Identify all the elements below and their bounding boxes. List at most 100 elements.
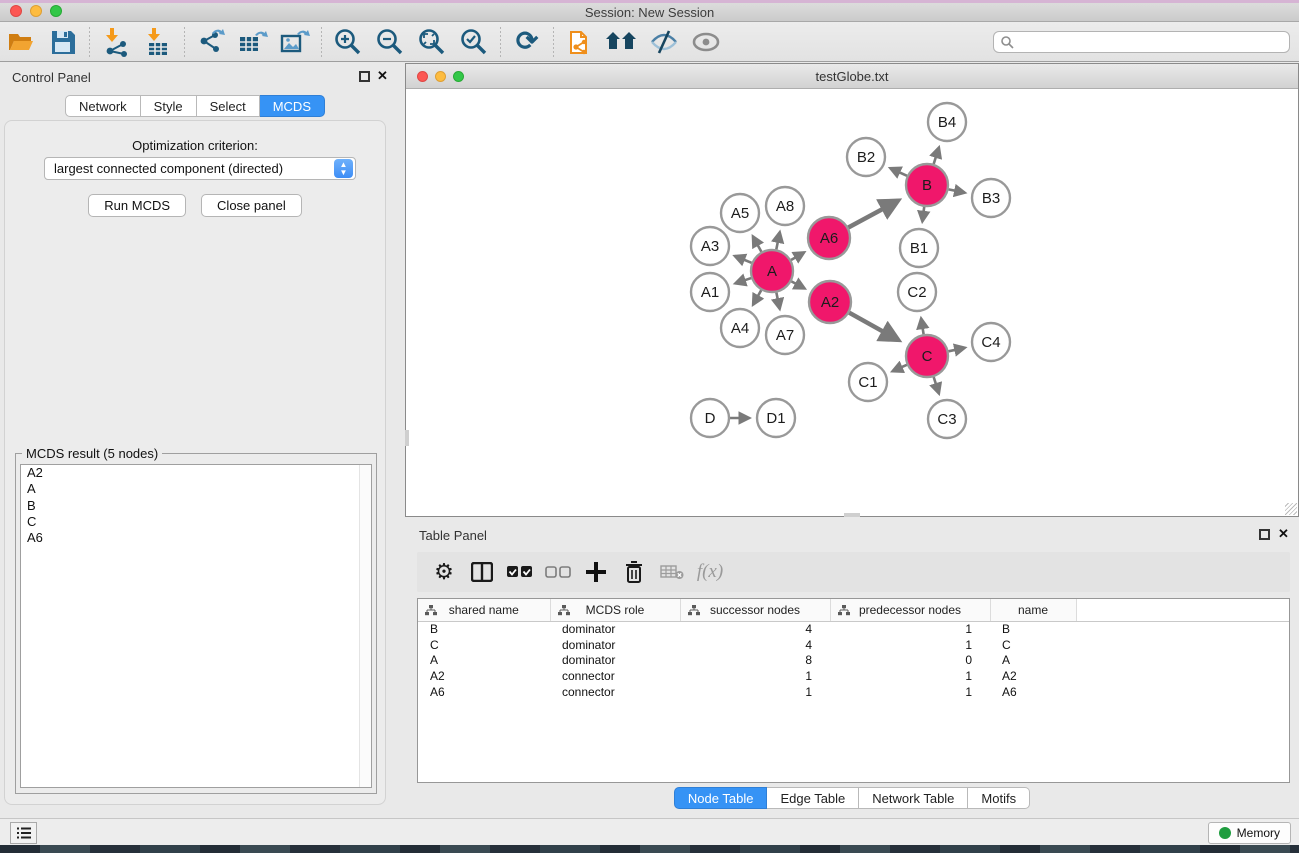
column-header-MCDS-role[interactable]: MCDS role: [550, 599, 680, 621]
table-cell[interactable]: B: [990, 621, 1076, 637]
table-cell[interactable]: 1: [830, 621, 990, 637]
scrollbar-track[interactable]: [359, 465, 371, 787]
memory-button[interactable]: Memory: [1208, 822, 1291, 844]
graph-node-A1[interactable]: A1: [691, 273, 729, 311]
graph-node-A3[interactable]: A3: [691, 227, 729, 265]
table-cell[interactable]: 8: [680, 653, 830, 669]
new-network-from-selection-icon[interactable]: [563, 25, 597, 59]
minimize-window-button[interactable]: [30, 5, 42, 17]
graph-node-C1[interactable]: C1: [849, 363, 887, 401]
delete-column-icon[interactable]: [619, 557, 649, 587]
graph-edge-A2-C[interactable]: [849, 313, 898, 340]
graph-node-D[interactable]: D: [691, 399, 729, 437]
export-network-icon[interactable]: [194, 25, 228, 59]
result-list-item[interactable]: A2: [21, 465, 371, 481]
zoom-in-icon[interactable]: [331, 25, 365, 59]
network-canvas[interactable]: B4B2BB3A8A5A6A3B1AA1C2A2A4A7C4CC1C3DD1: [406, 89, 1298, 516]
export-table-icon[interactable]: [236, 25, 270, 59]
select-all-icon[interactable]: [505, 557, 535, 587]
graph-node-A4[interactable]: A4: [721, 309, 759, 347]
table-cell[interactable]: A6: [418, 684, 550, 700]
close-panel-button[interactable]: Close panel: [201, 194, 302, 217]
close-window-button[interactable]: [10, 5, 22, 17]
graph-node-A8[interactable]: A8: [766, 187, 804, 225]
graph-edge-B-B2[interactable]: [890, 168, 907, 176]
table-cell[interactable]: A2: [418, 668, 550, 684]
network-window-titlebar[interactable]: testGlobe.txt: [406, 64, 1298, 89]
table-cell[interactable]: A6: [990, 684, 1076, 700]
table-cell[interactable]: A2: [990, 668, 1076, 684]
graph-node-A7[interactable]: A7: [766, 316, 804, 354]
graph-node-C3[interactable]: C3: [928, 400, 966, 438]
optimization-criterion-select[interactable]: largest connected component (directed) ▲…: [44, 157, 356, 180]
table-cell[interactable]: connector: [550, 684, 680, 700]
graph-node-A[interactable]: A: [751, 250, 793, 292]
import-network-icon[interactable]: [99, 25, 133, 59]
graph-edge-A-A7[interactable]: [776, 293, 779, 309]
column-header-name[interactable]: name: [990, 599, 1076, 621]
table-cell[interactable]: 0: [830, 653, 990, 669]
graph-node-C2[interactable]: C2: [898, 273, 936, 311]
graph-node-A6[interactable]: A6: [808, 217, 850, 259]
graph-node-B1[interactable]: B1: [900, 229, 938, 267]
table-cell[interactable]: A: [418, 653, 550, 669]
table-row[interactable]: A2connector11A2: [418, 668, 1289, 684]
graph-edge-A-A6[interactable]: [791, 252, 804, 260]
graph-edge-A-A5[interactable]: [753, 236, 761, 251]
hide-selected-icon[interactable]: [647, 25, 681, 59]
graph-edge-A-A4[interactable]: [753, 290, 761, 305]
resize-grip[interactable]: [1285, 503, 1297, 515]
result-list-item[interactable]: A: [21, 481, 371, 497]
node-table[interactable]: shared nameMCDS rolesuccessor nodesprede…: [417, 598, 1290, 783]
float-panel-icon[interactable]: [1259, 529, 1270, 540]
graph-node-A5[interactable]: A5: [721, 194, 759, 232]
run-mcds-button[interactable]: Run MCDS: [88, 194, 186, 217]
tab-style[interactable]: Style: [141, 95, 197, 117]
table-row[interactable]: Cdominator41C: [418, 637, 1289, 653]
tab-network-table[interactable]: Network Table: [859, 787, 968, 809]
graph-edge-A-A3[interactable]: [735, 256, 752, 263]
graph-edge-A-A2[interactable]: [791, 281, 804, 288]
splitter-handle[interactable]: [405, 430, 409, 446]
table-cell[interactable]: 1: [680, 668, 830, 684]
network-graph[interactable]: B4B2BB3A8A5A6A3B1AA1C2A2A4A7C4CC1C3DD1: [406, 89, 1298, 516]
tab-edge-table[interactable]: Edge Table: [767, 787, 859, 809]
table-cell[interactable]: dominator: [550, 621, 680, 637]
zoom-selected-icon[interactable]: [457, 25, 491, 59]
tab-node-table[interactable]: Node Table: [674, 787, 768, 809]
graph-edge-A6-B[interactable]: [848, 201, 898, 228]
gear-icon[interactable]: ⚙: [429, 557, 459, 587]
table-cell[interactable]: 4: [680, 621, 830, 637]
graph-node-B4[interactable]: B4: [928, 103, 966, 141]
graph-node-C[interactable]: C: [906, 335, 948, 377]
task-history-button[interactable]: [10, 822, 37, 844]
refresh-icon[interactable]: ⟳: [510, 25, 544, 59]
table-cell[interactable]: B: [418, 621, 550, 637]
close-panel-icon[interactable]: ✕: [377, 68, 388, 84]
graph-node-B2[interactable]: B2: [847, 138, 885, 176]
open-session-icon[interactable]: [4, 25, 38, 59]
graph-node-B[interactable]: B: [906, 164, 948, 206]
tab-select[interactable]: Select: [197, 95, 260, 117]
column-header-shared-name[interactable]: shared name: [418, 599, 550, 621]
column-header-successor-nodes[interactable]: successor nodes: [680, 599, 830, 621]
table-row[interactable]: Adominator80A: [418, 653, 1289, 669]
graph-edge-C-C4[interactable]: [948, 348, 964, 352]
table-cell[interactable]: 1: [830, 684, 990, 700]
float-panel-icon[interactable]: [359, 71, 370, 82]
mcds-result-list[interactable]: A2ABCA6: [20, 464, 372, 788]
graph-node-C4[interactable]: C4: [972, 323, 1010, 361]
table-cell[interactable]: 1: [830, 668, 990, 684]
table-cell[interactable]: connector: [550, 668, 680, 684]
search-field[interactable]: [993, 31, 1290, 53]
graph-edge-A-A8[interactable]: [776, 232, 779, 249]
table-cell[interactable]: dominator: [550, 653, 680, 669]
add-column-icon[interactable]: [581, 557, 611, 587]
export-image-icon[interactable]: [278, 25, 312, 59]
graph-node-A2[interactable]: A2: [809, 281, 851, 323]
delete-table-icon[interactable]: [657, 557, 687, 587]
tab-motifs[interactable]: Motifs: [968, 787, 1030, 809]
result-list-item[interactable]: A6: [21, 530, 371, 546]
table-row[interactable]: Bdominator41B: [418, 621, 1289, 637]
close-panel-icon[interactable]: ✕: [1278, 526, 1289, 542]
